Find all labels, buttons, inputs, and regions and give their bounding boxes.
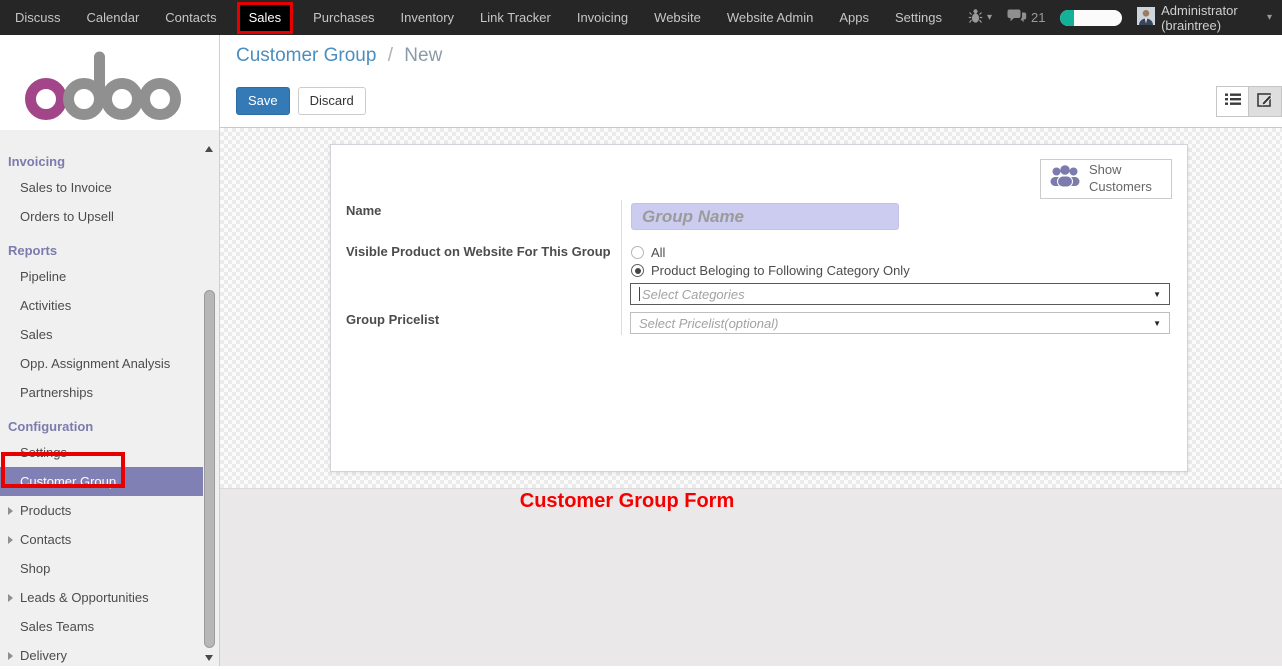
scrollbar-thumb[interactable] [204,290,215,648]
nav-item-link-tracker[interactable]: Link Tracker [480,10,551,25]
form-view-background: Show Customers Name Visible Product on W… [220,128,1282,488]
show-customers-button[interactable]: Show Customers [1040,159,1172,199]
form-sheet: Show Customers Name Visible Product on W… [330,144,1188,472]
radio-option-category-only[interactable]: Product Beloging to Following Category O… [631,263,910,278]
sidebar-item-customer-group[interactable]: Customer Group [0,467,203,496]
pricelist-select[interactable]: Select Pricelist(optional) ▼ [630,312,1170,334]
logo-area [0,35,219,130]
expand-arrow-icon [8,536,13,544]
categories-select[interactable]: Select Categories ▼ [630,283,1170,305]
top-navbar: Discuss Calendar Contacts Sales Purchase… [0,0,1282,35]
nav-item-apps[interactable]: Apps [839,10,869,25]
show-customers-label: Show Customers [1089,162,1159,196]
scroll-down-arrow-icon[interactable] [205,655,213,661]
nav-item-settings[interactable]: Settings [895,10,942,25]
sidebar-item-settings[interactable]: Settings [0,438,219,467]
radio-icon[interactable] [631,246,644,259]
view-switcher [1216,86,1282,117]
messages-button[interactable]: 21 [1007,9,1045,27]
chat-icon [1007,9,1027,27]
breadcrumb-current: New [404,45,442,66]
control-panel: Customer Group / New Save Discard [220,35,1282,128]
chevron-down-icon: ▾ [987,13,992,23]
bug-icon [968,8,983,27]
nav-item-invoicing[interactable]: Invoicing [577,10,628,25]
visible-product-label: Visible Product on Website For This Grou… [346,244,611,259]
group-pricelist-label: Group Pricelist [346,312,439,327]
annotation-caption: Customer Group Form [520,490,734,513]
radio-category-label: Product Beloging to Following Category O… [651,263,910,278]
bottom-strip: Customer Group Form [220,488,1282,666]
user-name: Administrator (braintree) [1161,3,1261,33]
breadcrumb: Customer Group / New [236,45,442,67]
sidebar-item-contacts[interactable]: Contacts [0,525,219,554]
sidebar-item-activities[interactable]: Activities [0,291,219,320]
customers-group-icon [1049,164,1081,195]
dropdown-arrow-icon[interactable]: ▼ [1153,290,1161,299]
radio-option-all[interactable]: All [631,245,665,260]
sidebar-item-pipeline[interactable]: Pipeline [0,262,219,291]
sidebar-menu: Invoicing Sales to Invoice Orders to Ups… [0,130,219,670]
sidebar-item-orders-to-upsell[interactable]: Orders to Upsell [0,202,219,231]
sidebar-item-sales[interactable]: Sales [0,320,219,349]
pricelist-placeholder: Select Pricelist(optional) [639,316,1153,331]
sidebar-item-sales-teams[interactable]: Sales Teams [0,612,219,641]
expand-arrow-icon [8,594,13,602]
nav-item-website-admin[interactable]: Website Admin [727,10,813,25]
main-area: Customer Group / New Save Discard [220,35,1282,666]
odoo-logo [25,108,187,125]
radio-all-label: All [651,245,665,260]
nav-item-purchases[interactable]: Purchases [313,10,374,25]
timer-widget[interactable] [1060,10,1122,26]
nav-item-website[interactable]: Website [654,10,701,25]
timer-progress [1060,10,1074,26]
debug-menu-button[interactable]: ▾ [968,8,992,27]
sidebar-item-opp-assignment-analysis[interactable]: Opp. Assignment Analysis [0,349,219,378]
breadcrumb-customer-group-link[interactable]: Customer Group [236,45,376,66]
expand-arrow-icon [8,507,13,515]
save-button[interactable]: Save [236,87,290,115]
sidebar-section-invoicing: Invoicing [0,150,219,173]
nav-item-sales-highlight: Sales [237,2,294,34]
chevron-down-icon: ▾ [1267,13,1272,23]
form-view-button[interactable] [1249,86,1282,117]
nav-item-calendar[interactable]: Calendar [87,10,140,25]
nav-item-sales[interactable]: Sales [249,10,282,25]
text-cursor [639,287,640,301]
sidebar-scrollbar[interactable] [203,140,216,666]
radio-checked-icon[interactable] [631,264,644,277]
nav-item-inventory[interactable]: Inventory [401,10,454,25]
breadcrumb-separator: / [382,45,399,66]
list-view-button[interactable] [1216,86,1249,117]
nav-item-discuss[interactable]: Discuss [15,10,61,25]
sidebar-section-configuration: Configuration [0,415,219,438]
name-label: Name [346,203,381,218]
sidebar-section-reports: Reports [0,239,219,262]
scroll-up-arrow-icon[interactable] [205,146,213,152]
discard-button[interactable]: Discard [298,87,366,115]
nav-item-contacts[interactable]: Contacts [165,10,216,25]
categories-placeholder: Select Categories [642,287,1153,302]
sidebar-item-products[interactable]: Products [0,496,219,525]
sidebar-item-shop[interactable]: Shop [0,554,219,583]
sidebar-item-partnerships[interactable]: Partnerships [0,378,219,407]
message-count: 21 [1031,10,1045,25]
user-menu[interactable]: Administrator (braintree) ▾ [1137,3,1272,33]
avatar [1137,7,1155,28]
dropdown-arrow-icon[interactable]: ▼ [1153,319,1161,328]
list-icon [1225,92,1241,111]
group-name-input[interactable] [631,203,899,230]
sidebar-item-sales-to-invoice[interactable]: Sales to Invoice [0,173,219,202]
form-column-divider [621,200,622,335]
sidebar-item-leads-opportunities[interactable]: Leads & Opportunities [0,583,219,612]
edit-form-icon [1257,92,1273,112]
expand-arrow-icon [8,652,13,660]
sidebar: Invoicing Sales to Invoice Orders to Ups… [0,35,220,666]
